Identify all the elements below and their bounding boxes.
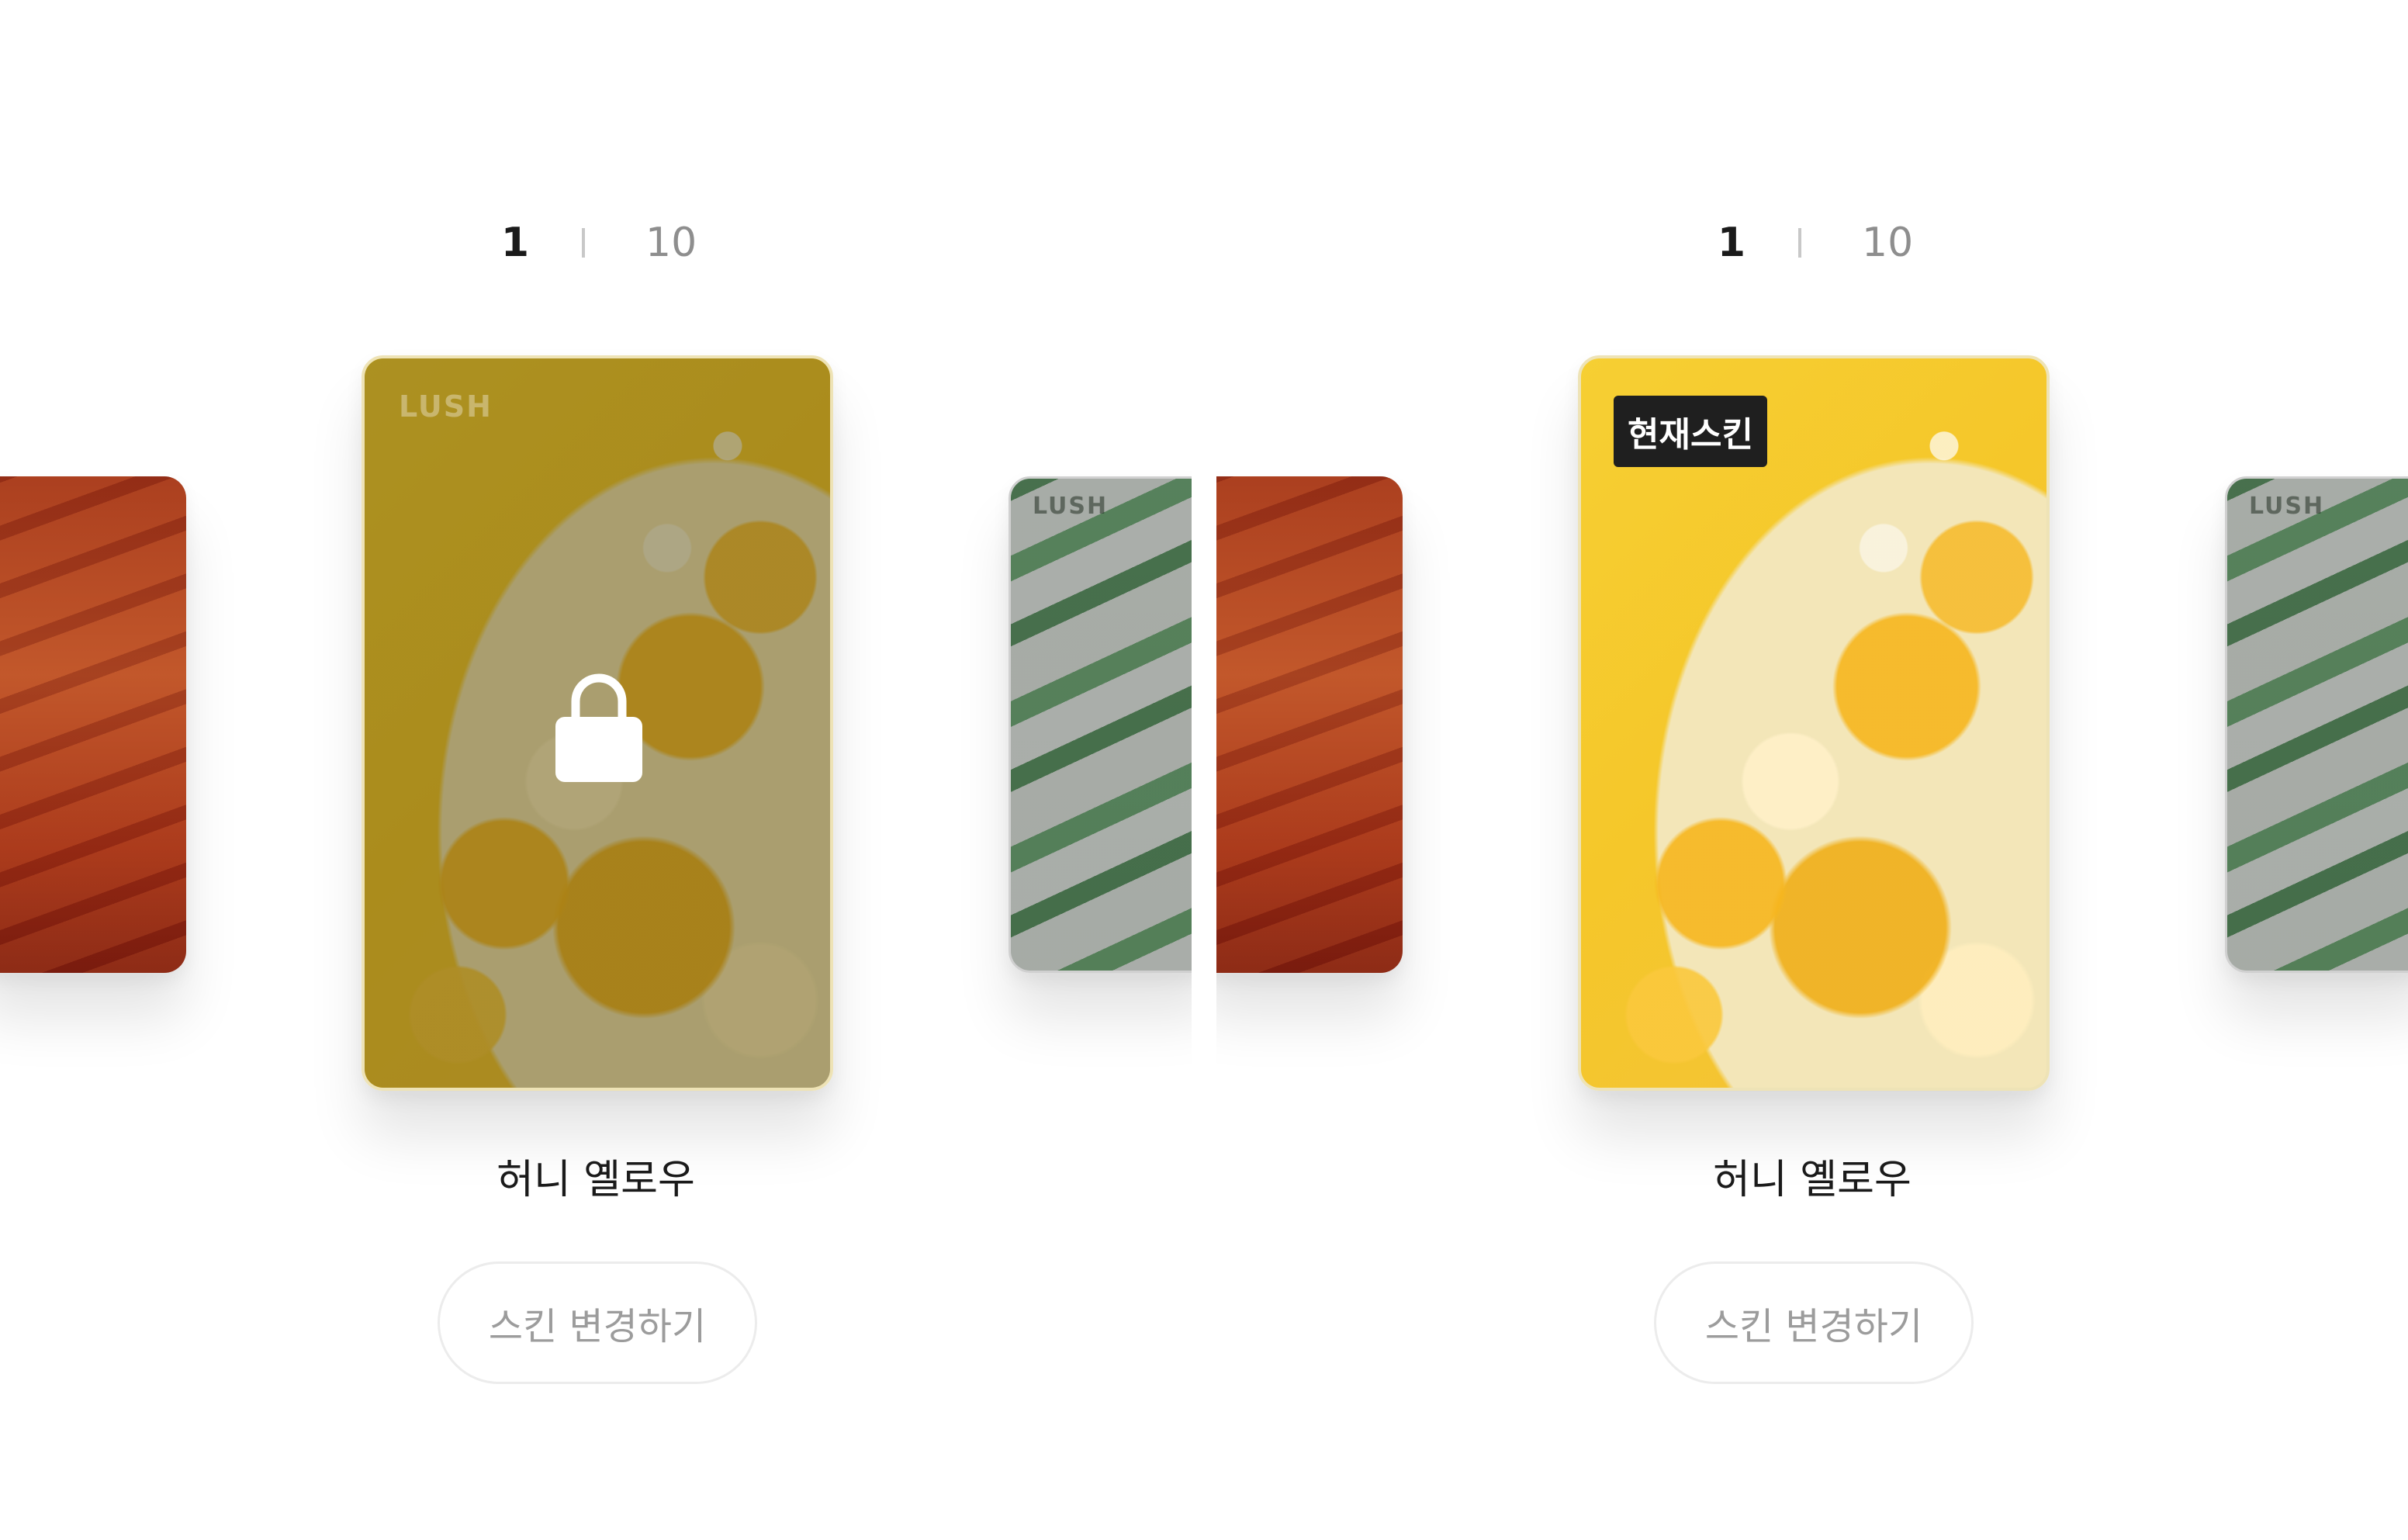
change-skin-button[interactable]: 스킨 변경하기 — [438, 1261, 757, 1384]
counter-total: 10 — [1862, 220, 1914, 266]
skin-name: 허니 옐로우 — [1713, 1157, 1912, 1203]
next-skin-card[interactable]: LUSH — [2225, 476, 2408, 973]
card-brand-logo: LUSH — [2249, 493, 2325, 520]
counter-total: 10 — [645, 220, 697, 266]
current-skin-badge: 현재스킨 — [1614, 396, 1767, 467]
counter-divider — [1798, 228, 1801, 258]
counter-current: 1 — [1717, 220, 1746, 266]
prev-skin-card[interactable] — [0, 476, 186, 973]
skin-name: 허니 옐로우 — [496, 1157, 695, 1203]
card-brand-logo: LUSH — [1033, 493, 1109, 520]
skin-carousel-locked: 1 10 LUSH LUSH 허니 옐로우 스킨 변경하기 — [0, 0, 1192, 1540]
skin-carousel-current: 1 10 현재스킨 LUSH 허니 옐로우 스킨 변경하기 — [1216, 0, 2408, 1540]
page-counter: 1 10 — [1216, 216, 2408, 270]
skin-card-honey-yellow[interactable]: 현재스킨 — [1578, 355, 2050, 1091]
lock-icon — [555, 673, 642, 782]
prev-skin-card[interactable] — [1216, 476, 1403, 973]
change-skin-button[interactable]: 스킨 변경하기 — [1654, 1261, 1974, 1384]
counter-current: 1 — [500, 220, 530, 266]
card-brand-logo: LUSH — [399, 389, 493, 424]
skin-card-honey-yellow[interactable]: LUSH — [362, 355, 833, 1091]
page-counter: 1 10 — [0, 216, 1192, 270]
counter-divider — [582, 228, 585, 258]
next-skin-card[interactable]: LUSH — [1009, 476, 1192, 973]
